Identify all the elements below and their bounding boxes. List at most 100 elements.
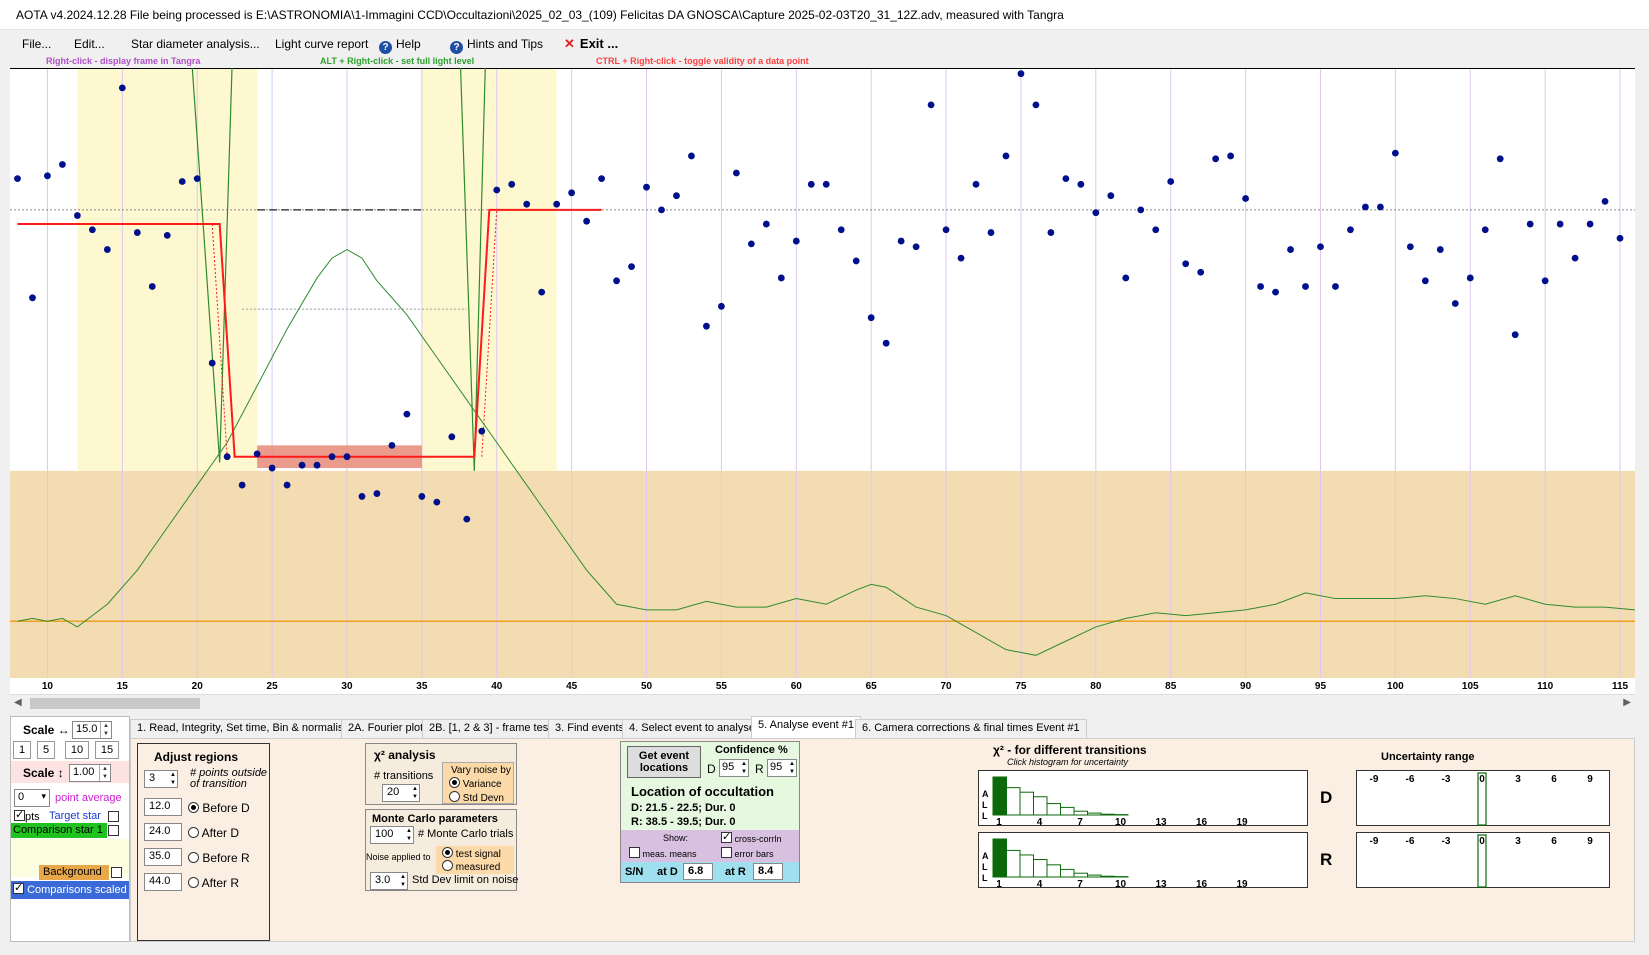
- std-devn-radio[interactable]: Std Devn: [449, 791, 504, 804]
- before-d-input[interactable]: 12.0: [144, 798, 182, 816]
- points-outside-input[interactable]: 3 ▲ ▼: [144, 770, 178, 788]
- error-bars-toggle[interactable]: error bars: [721, 847, 774, 859]
- background-checkbox[interactable]: [111, 867, 122, 878]
- spinner-arrows-icon[interactable]: ▲ ▼: [99, 765, 110, 781]
- scale-vertical-input[interactable]: 1.00 ▲ ▼: [69, 764, 111, 782]
- tab-find-events[interactable]: 3. Find events: [548, 719, 632, 738]
- spinner-arrows-icon[interactable]: ▲ ▼: [412, 785, 418, 801]
- data-point: [673, 192, 680, 200]
- std-devn-label: Std Devn: [462, 793, 504, 804]
- hint-right-click: Right-click - display frame in Tangra: [46, 56, 201, 66]
- data-point: [972, 180, 980, 188]
- points-outside-label: # points outside of transition: [190, 767, 268, 790]
- measured-radio[interactable]: measured: [442, 860, 500, 873]
- tab-camera-corrections[interactable]: 6. Camera corrections & final times Even…: [855, 719, 1087, 738]
- scale-button-5[interactable]: 5: [37, 741, 55, 759]
- meas-means-toggle[interactable]: meas. means: [629, 847, 697, 859]
- target-star-checkbox[interactable]: [108, 811, 119, 822]
- tab-select-event[interactable]: 4. Select event to analyse: [622, 719, 762, 738]
- checkbox-icon: [13, 881, 24, 894]
- after-r-label: After R: [201, 876, 240, 890]
- tab-analyse-event[interactable]: 5. Analyse event #1: [751, 716, 862, 738]
- light-curve-plot[interactable]: 10 15 20 25 30 35 40 45 50 55 60 65 70 75 80 85 90 95 100 1…: [10, 31, 1636, 694]
- noise-applied-label: Noise applied to: [366, 852, 431, 862]
- scale-horizontal-value: 15.0: [76, 723, 98, 735]
- data-point: [1347, 226, 1354, 234]
- comparison-star-checkbox[interactable]: [108, 825, 119, 836]
- scrollbar-thumb[interactable]: [30, 698, 200, 709]
- spinner-arrows-icon[interactable]: ▲ ▼: [789, 760, 795, 776]
- data-point: [852, 257, 860, 265]
- menu-star-diameter[interactable]: Star diameter analysis...: [131, 37, 260, 51]
- menu-help-label: Help: [396, 37, 421, 51]
- all-label-letter: L: [982, 873, 988, 883]
- menu-help[interactable]: ? Help: [379, 37, 421, 54]
- sn-at-r-value: 8.4: [753, 863, 783, 880]
- display-settings-panel: Scale ↔ 15.0 ▲ ▼ 1 5 10 15 Scale ↕ 1.00 ▲ ▼ …: [10, 716, 130, 942]
- x-tick-label: 45: [566, 681, 578, 692]
- tab-frame-test[interactable]: 2B. [1, 2 & 3] - frame test: [422, 719, 559, 738]
- uncertainty-tick-label: 6: [1551, 774, 1557, 785]
- monte-carlo-trials-input[interactable]: 100 ▲ ▼: [370, 826, 414, 844]
- data-point: [523, 200, 531, 208]
- scroll-left-icon[interactable]: ◀: [14, 697, 22, 708]
- confidence-r-input[interactable]: 95 ▲ ▼: [767, 759, 797, 777]
- tab-read-integrity[interactable]: 1. Read, Integrity, Set time, Bin & norm…: [130, 719, 357, 738]
- plot-horizontal-scrollbar[interactable]: ◀ ▶: [10, 694, 1635, 712]
- data-point: [148, 283, 156, 290]
- spinner-arrows-icon[interactable]: ▲ ▼: [406, 827, 412, 843]
- after-r-input[interactable]: 44.0: [144, 873, 182, 891]
- before-r-radio[interactable]: Before R: [188, 851, 250, 865]
- chi2-histogram-d[interactable]: A L L 1 4 7 10 13 16 19: [978, 770, 1309, 828]
- after-d-input[interactable]: 24.0: [144, 823, 182, 841]
- spinner-arrows-icon[interactable]: ▲ ▼: [100, 722, 111, 738]
- uncertainty-range-d: -9 -6 -3 0 3 6 9: [1356, 770, 1610, 826]
- before-r-input[interactable]: 35.0: [144, 848, 182, 866]
- histogram-bar: [1087, 812, 1102, 816]
- comparisons-scaled-toggle[interactable]: Comparisons scaled: [13, 881, 127, 896]
- scale-button-10[interactable]: 10: [65, 741, 89, 759]
- get-event-locations-button[interactable]: Get event locations: [627, 746, 701, 778]
- x-tick-label: 70: [940, 681, 952, 692]
- spinner-arrows-icon[interactable]: ▲ ▼: [741, 760, 747, 776]
- error-bars-label: error bars: [734, 849, 774, 859]
- cross-corr-label: cross-corrln: [734, 834, 782, 844]
- menu-exit[interactable]: ✕ Exit ...: [564, 36, 618, 52]
- scroll-right-icon[interactable]: ▶: [1623, 697, 1631, 708]
- point-average-select[interactable]: 0 ▾: [14, 789, 50, 807]
- after-d-radio[interactable]: After D: [188, 826, 239, 840]
- x-tick-label: 90: [1240, 681, 1252, 692]
- menu-light-curve-report[interactable]: Light curve report: [275, 37, 368, 51]
- chi2-histogram-d-bars[interactable]: ALL1 4 7 10 13 16 19: [979, 771, 1309, 828]
- all-label-letter: L: [982, 862, 988, 872]
- data-point: [418, 493, 426, 500]
- variance-radio[interactable]: Variance: [449, 777, 502, 790]
- before-d-radio[interactable]: Before D: [188, 801, 250, 815]
- confidence-d-input[interactable]: 95 ▲ ▼: [719, 759, 749, 777]
- data-point: [1167, 178, 1175, 185]
- chi2-histogram-r-bars[interactable]: ALL1 4 7 10 13 16 19: [979, 833, 1309, 890]
- pts-toggle[interactable]: pts: [14, 808, 40, 823]
- transitions-input[interactable]: 20 ▲ ▼: [382, 784, 420, 802]
- histogram-bar: [992, 776, 1007, 816]
- std-dev-limit-input[interactable]: 3.0 ▲ ▼: [370, 872, 408, 890]
- light-curve-chart[interactable]: 10 15 20 25 30 35 40 45 50 55 60 65 70 75 80 85 90 95 100 1…: [10, 31, 1636, 694]
- spinner-arrows-icon[interactable]: ▲ ▼: [400, 873, 406, 889]
- spinner-arrows-icon[interactable]: ▲ ▼: [170, 771, 176, 787]
- scale-button-15[interactable]: 15: [95, 741, 119, 759]
- after-r-radio[interactable]: After R: [188, 876, 239, 890]
- data-point: [238, 481, 246, 489]
- variance-label: Variance: [462, 779, 502, 790]
- monte-carlo-trials-label: # Monte Carlo trials: [418, 828, 514, 840]
- scale-button-1[interactable]: 1: [13, 741, 31, 759]
- cross-corr-toggle[interactable]: cross-corrln: [721, 830, 782, 844]
- test-signal-radio[interactable]: test signal: [442, 847, 501, 860]
- chi2-histogram-r[interactable]: A L L 1 4 7 10 13 16 19: [978, 832, 1309, 890]
- histogram-bar: [1046, 864, 1061, 878]
- tab-fourier-plot[interactable]: 2A. Fourier plot: [341, 719, 431, 738]
- menu-edit[interactable]: Edit...: [74, 37, 105, 51]
- menu-hints[interactable]: ? Hints and Tips: [450, 37, 543, 54]
- scale-horizontal-input[interactable]: 15.0 ▲ ▼: [72, 721, 112, 739]
- data-point: [59, 161, 66, 168]
- menu-file[interactable]: File...: [22, 37, 51, 51]
